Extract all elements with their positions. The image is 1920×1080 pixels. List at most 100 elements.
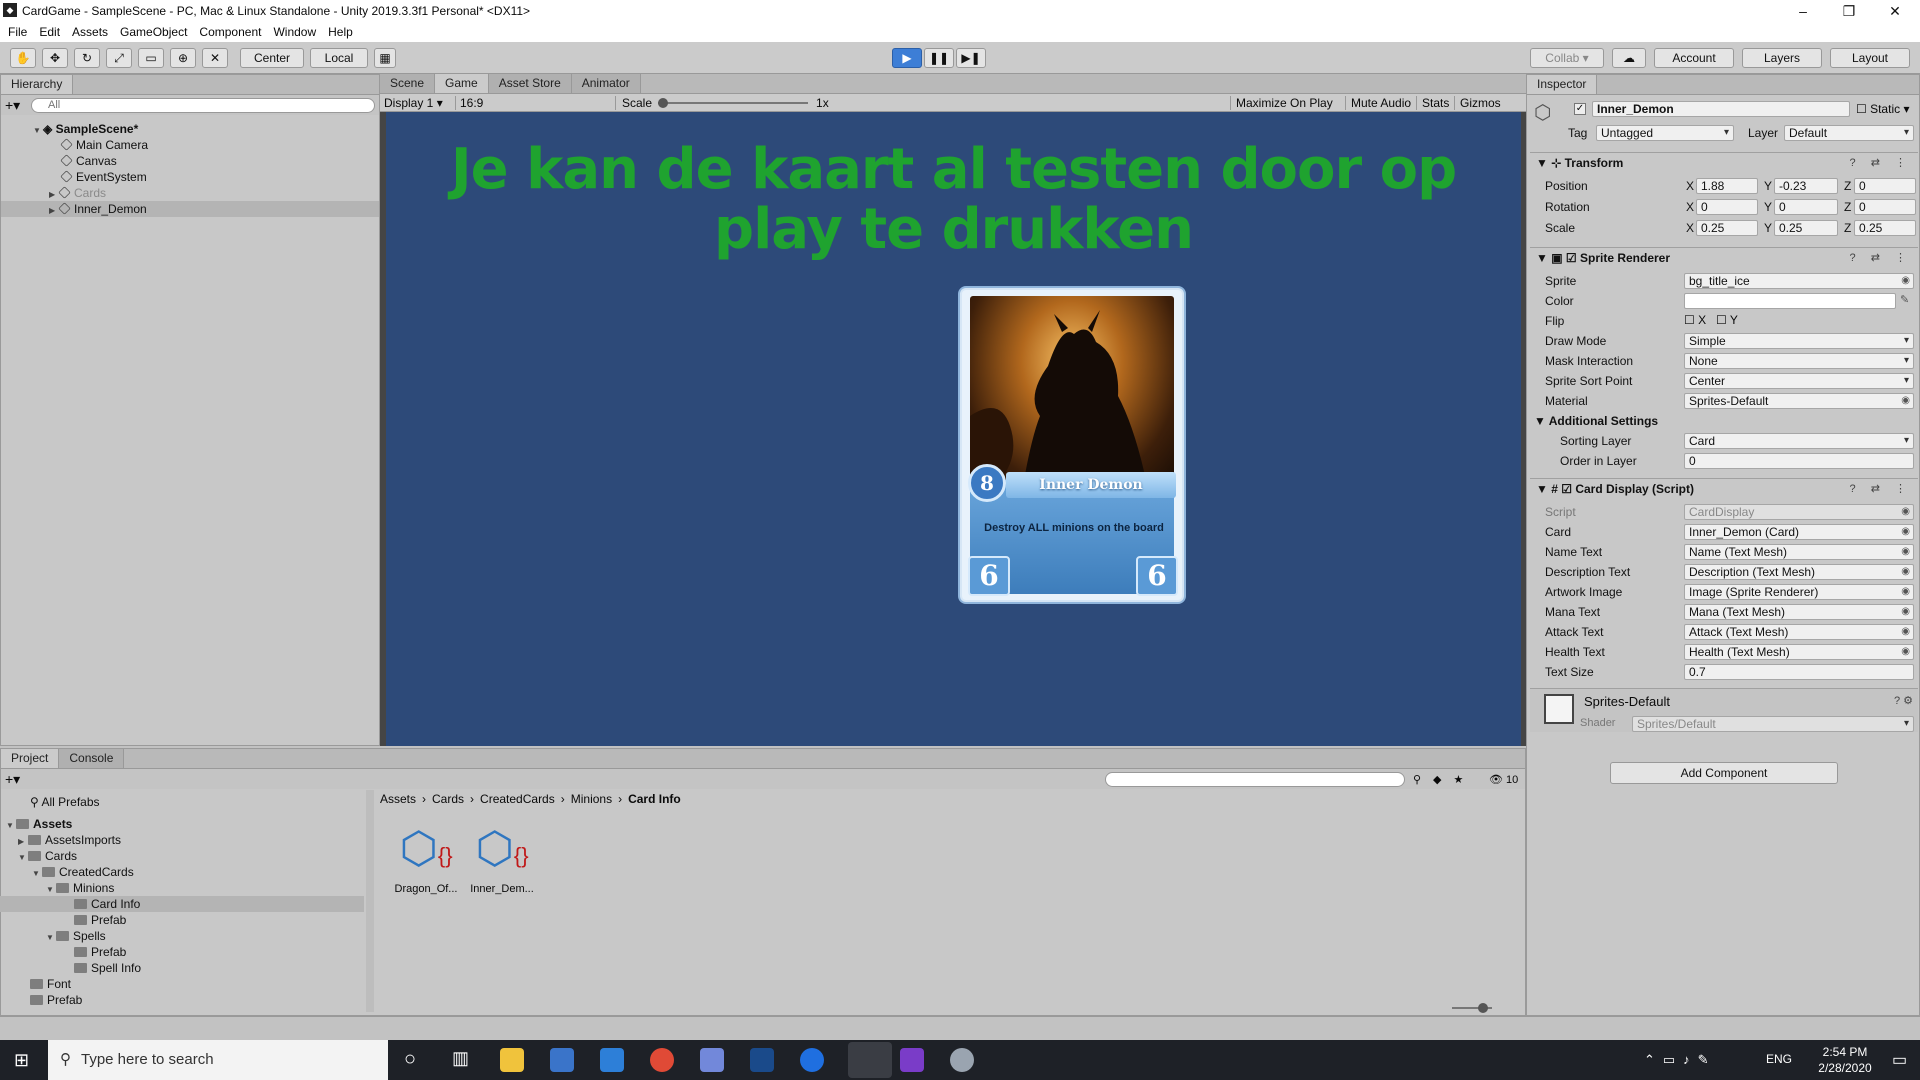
- asset-item[interactable]: ⬡{} Dragon_Of...: [394, 822, 458, 895]
- card[interactable]: Inner Demon 8 Destroy ALL minions on the…: [960, 288, 1184, 602]
- cortana-icon[interactable]: ○: [404, 1048, 416, 1071]
- aspect-dropdown[interactable]: 16:9: [456, 95, 616, 110]
- tree-scrollbar[interactable]: [366, 790, 374, 1012]
- component-menu-icon[interactable]: ? ⇄ ⋮: [1850, 153, 1912, 173]
- name-text-field[interactable]: Name (Text Mesh): [1684, 544, 1914, 560]
- visual-studio-icon[interactable]: [900, 1048, 924, 1072]
- tree-item[interactable]: ▼ Cards: [0, 848, 364, 864]
- tree-item-selected[interactable]: Card Info: [0, 896, 364, 912]
- tree-item[interactable]: Prefab: [0, 912, 364, 928]
- scale-x-field[interactable]: 0.25: [1696, 220, 1758, 236]
- mask-interaction-dropdown[interactable]: None: [1684, 353, 1914, 369]
- hierarchy-item-selected[interactable]: ▶ Inner_Demon: [1, 201, 379, 217]
- unity-taskbar-icon[interactable]: [848, 1042, 892, 1078]
- component-menu-icon[interactable]: ? ⇄ ⋮: [1850, 479, 1912, 499]
- transform-tool-icon[interactable]: ⊕: [170, 48, 196, 68]
- notifications-icon[interactable]: ▭: [1892, 1050, 1907, 1070]
- maximize-on-play-toggle[interactable]: Maximize On Play: [1230, 95, 1338, 110]
- collab-button[interactable]: Collab ▾: [1530, 48, 1604, 68]
- material-settings-icon[interactable]: ? ⚙: [1894, 694, 1913, 707]
- object-name-field[interactable]: Inner_Demon: [1592, 101, 1850, 117]
- icon-size-slider[interactable]: [1452, 1003, 1492, 1013]
- display-dropdown[interactable]: Display 1 ▾: [380, 95, 456, 110]
- hierarchy-search-input[interactable]: [31, 97, 375, 113]
- position-x-field[interactable]: 1.88: [1696, 178, 1758, 194]
- card-display-header[interactable]: ▼ # ☑ Card Display (Script)? ⇄ ⋮: [1530, 478, 1918, 498]
- sprite-sort-point-dropdown[interactable]: Center: [1684, 373, 1914, 389]
- mute-audio-toggle[interactable]: Mute Audio: [1345, 95, 1416, 110]
- tab-hierarchy[interactable]: Hierarchy: [1, 75, 74, 94]
- layout-dropdown[interactable]: Layout: [1830, 48, 1910, 68]
- tab-project[interactable]: Project: [1, 749, 60, 768]
- add-component-button[interactable]: Add Component: [1610, 762, 1838, 784]
- health-text-field[interactable]: Health (Text Mesh): [1684, 644, 1914, 660]
- rotate-tool-icon[interactable]: ↻: [74, 48, 100, 68]
- hierarchy-item[interactable]: ▶ Cards: [1, 185, 379, 201]
- tab-inspector[interactable]: Inspector: [1527, 75, 1598, 94]
- tab-asset-store[interactable]: Asset Store: [488, 74, 572, 93]
- tab-console[interactable]: Console: [59, 749, 125, 768]
- maps-icon[interactable]: [800, 1048, 824, 1072]
- tab-animator[interactable]: Animator: [571, 74, 641, 93]
- account-dropdown[interactable]: Account: [1654, 48, 1734, 68]
- rect-tool-icon[interactable]: ▭: [138, 48, 164, 68]
- menu-assets[interactable]: Assets: [72, 22, 108, 42]
- mail-icon[interactable]: [600, 1048, 624, 1072]
- breadcrumb-item[interactable]: Assets: [380, 792, 416, 806]
- system-tray-icons[interactable]: ⌃▭♪✎: [1644, 1052, 1717, 1068]
- scene-root[interactable]: ▼ ◈ SampleScene*: [1, 121, 379, 137]
- component-menu-icon[interactable]: ? ⇄ ⋮: [1850, 248, 1912, 268]
- cloud-icon[interactable]: ☁: [1612, 48, 1646, 68]
- stats-toggle[interactable]: Stats: [1416, 95, 1454, 110]
- tree-item[interactable]: ▼ Minions: [0, 880, 364, 896]
- sprite-field[interactable]: bg_title_ice: [1684, 273, 1914, 289]
- layers-dropdown[interactable]: Layers: [1742, 48, 1822, 68]
- active-checkbox[interactable]: ✓: [1574, 103, 1586, 115]
- tree-item[interactable]: ▼ Assets: [0, 816, 364, 832]
- hand-tool-icon[interactable]: ✋: [10, 48, 36, 68]
- tree-item[interactable]: Prefab: [0, 944, 364, 960]
- task-view-icon[interactable]: ▥: [452, 1048, 469, 1069]
- attack-text-field[interactable]: Attack (Text Mesh): [1684, 624, 1914, 640]
- menu-edit[interactable]: Edit: [39, 22, 60, 42]
- store-icon[interactable]: [550, 1048, 574, 1072]
- pause-button[interactable]: ❚❚: [924, 48, 954, 68]
- card-field[interactable]: Inner_Demon (Card): [1684, 524, 1914, 540]
- artwork-image-field[interactable]: Image (Sprite Renderer): [1684, 584, 1914, 600]
- transform-header[interactable]: ▼ ⊹ Transform? ⇄ ⋮: [1530, 152, 1918, 172]
- menu-file[interactable]: File: [8, 22, 27, 42]
- color-swatch[interactable]: [1684, 293, 1896, 309]
- tab-scene[interactable]: Scene: [380, 74, 436, 93]
- flip-y-checkbox[interactable]: ☐ Y: [1716, 313, 1738, 327]
- asset-item[interactable]: ⬡{} Inner_Dem...: [470, 822, 534, 895]
- menu-window[interactable]: Window: [273, 22, 316, 42]
- maximize-button[interactable]: ❐: [1826, 0, 1872, 22]
- gizmos-toggle[interactable]: Gizmos: [1454, 95, 1506, 110]
- tree-item[interactable]: ▼ Spells: [0, 928, 364, 944]
- game-viewport[interactable]: Je kan de kaart al testen door op play t…: [386, 112, 1521, 746]
- additional-settings-foldout[interactable]: ▼ Additional Settings: [1534, 413, 1658, 430]
- tab-game[interactable]: Game: [435, 74, 489, 93]
- app-icon[interactable]: [750, 1048, 774, 1072]
- pivot-local-button[interactable]: Local: [310, 48, 368, 68]
- static-toggle[interactable]: ☐ Static ▾: [1856, 102, 1909, 116]
- menu-help[interactable]: Help: [328, 22, 353, 42]
- step-button[interactable]: ▶❚: [956, 48, 986, 68]
- breadcrumb-item[interactable]: Minions: [571, 792, 612, 806]
- hierarchy-item[interactable]: EventSystem: [1, 169, 379, 185]
- shader-dropdown[interactable]: Sprites/Default: [1632, 716, 1914, 732]
- language-indicator[interactable]: ENG: [1766, 1052, 1792, 1066]
- play-button[interactable]: ▶: [892, 48, 922, 68]
- position-y-field[interactable]: -0.23: [1774, 178, 1838, 194]
- paint-icon[interactable]: [950, 1048, 974, 1072]
- windows-start-icon[interactable]: ⊞: [14, 1050, 29, 1071]
- sorting-layer-dropdown[interactable]: Card: [1684, 433, 1914, 449]
- chrome-icon[interactable]: [650, 1048, 674, 1072]
- eyedropper-icon[interactable]: ✎: [1900, 293, 1909, 306]
- hierarchy-item[interactable]: Canvas: [1, 153, 379, 169]
- taskbar-search[interactable]: ⚲ Type here to search: [48, 1040, 388, 1080]
- favorite-item[interactable]: ⚲ All Prefabs: [0, 794, 364, 810]
- rotation-y-field[interactable]: 0: [1774, 199, 1838, 215]
- breadcrumb-item[interactable]: CreatedCards: [480, 792, 555, 806]
- tag-dropdown[interactable]: Untagged: [1596, 125, 1734, 141]
